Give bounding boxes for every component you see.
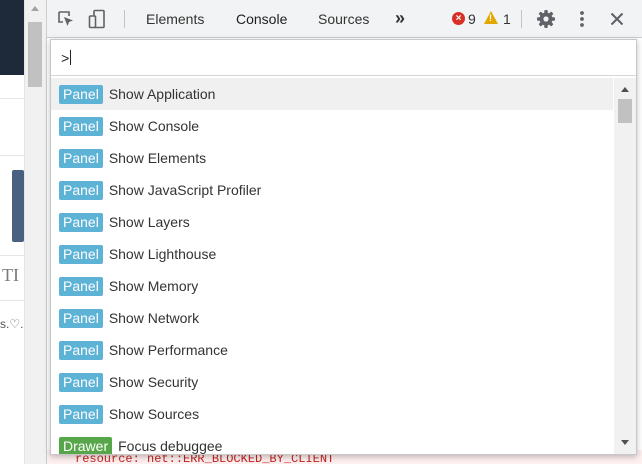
gear-icon[interactable] [536, 9, 556, 29]
device-toolbar-icon[interactable] [87, 9, 107, 29]
category-badge: Panel [59, 212, 103, 232]
toolbar-separator [124, 10, 125, 28]
list-item[interactable]: Panel Show Memory [51, 270, 613, 302]
command-list-scrollbar[interactable] [614, 78, 636, 454]
page-header-dark [0, 0, 24, 75]
page-text-fragment: s.♡. [0, 317, 24, 331]
command-label: Show Application [108, 86, 216, 102]
command-label: Show Memory [108, 278, 199, 294]
background-page: TI s.♡. [0, 0, 24, 464]
tab-sources[interactable]: Sources [318, 11, 369, 27]
close-icon[interactable] [607, 9, 627, 29]
category-badge: Panel [59, 244, 103, 264]
list-item[interactable]: Panel Show Performance [51, 334, 613, 366]
category-badge: Panel [59, 372, 103, 392]
command-input[interactable]: > [51, 40, 636, 76]
divider [0, 98, 24, 99]
list-item[interactable]: Panel Show Security [51, 366, 613, 398]
divider [0, 255, 24, 256]
command-input-text[interactable]: > [61, 50, 72, 68]
list-item[interactable]: Drawer Focus debuggee [51, 430, 613, 454]
error-count[interactable]: 9 [468, 11, 476, 27]
scroll-down-arrow-icon[interactable] [621, 440, 629, 445]
category-badge: Panel [59, 340, 103, 360]
command-label: Show Elements [108, 150, 207, 166]
command-label: Show Lighthouse [108, 246, 217, 262]
error-icon[interactable]: × [452, 12, 465, 25]
command-label: Show Network [108, 310, 200, 326]
list-item[interactable]: Panel Show Sources [51, 398, 613, 430]
scroll-up-arrow-icon[interactable] [621, 87, 629, 92]
command-menu: > Panel Show Application Panel Show Cons… [50, 39, 637, 455]
list-item[interactable]: Panel Show Layers [51, 206, 613, 238]
devtools-toolbar: Elements Console Sources » × 9 ! 1 [47, 0, 642, 38]
command-label: Show Layers [108, 214, 190, 230]
command-label: Show Console [108, 118, 200, 134]
list-item[interactable]: Panel Show JavaScript Profiler [51, 174, 613, 206]
more-tabs-chevron-icon[interactable]: » [395, 8, 405, 29]
toolbar-separator [521, 10, 522, 28]
scrollbar-thumb[interactable] [28, 22, 42, 87]
page-scrollbar[interactable] [24, 0, 46, 464]
command-label: Show Performance [108, 342, 228, 358]
command-list: Panel Show Application Panel Show Consol… [51, 78, 613, 454]
scrollbar-thumb[interactable] [618, 99, 632, 123]
category-badge: Panel [59, 276, 103, 296]
scroll-up-arrow-icon[interactable] [31, 6, 39, 11]
list-item[interactable]: Panel Show Lighthouse [51, 238, 613, 270]
page-thumbnail [12, 170, 24, 242]
command-label: Focus debuggee [118, 438, 223, 454]
divider [0, 155, 24, 156]
warning-count[interactable]: 1 [503, 11, 511, 27]
category-badge: Panel [59, 84, 103, 104]
category-badge: Panel [59, 180, 103, 200]
warning-icon-mark: ! [489, 13, 492, 23]
tab-console[interactable]: Console [236, 11, 287, 27]
list-item[interactable]: Panel Show Console [51, 110, 613, 142]
category-badge: Panel [59, 308, 103, 328]
list-item[interactable]: Panel Show Application [51, 78, 613, 110]
command-label: Show JavaScript Profiler [108, 182, 262, 198]
command-label: Show Sources [108, 406, 200, 422]
command-label: Show Security [108, 374, 199, 390]
text-caret [70, 50, 72, 65]
list-item[interactable]: Panel Show Elements [51, 142, 613, 174]
kebab-menu-icon[interactable] [572, 9, 592, 29]
screen: TI s.♡. Elements Console Sources » × 9 !… [0, 0, 642, 464]
inspect-element-icon[interactable] [56, 9, 76, 29]
devtools-window: Elements Console Sources » × 9 ! 1 resou… [46, 0, 642, 464]
category-badge: Panel [59, 116, 103, 136]
list-item[interactable]: Panel Show Network [51, 302, 613, 334]
category-badge: Panel [59, 148, 103, 168]
tab-elements[interactable]: Elements [146, 11, 204, 27]
category-badge: Panel [59, 404, 103, 424]
category-badge: Drawer [59, 436, 113, 454]
page-text-fragment: TI [2, 265, 19, 285]
divider [0, 300, 24, 301]
